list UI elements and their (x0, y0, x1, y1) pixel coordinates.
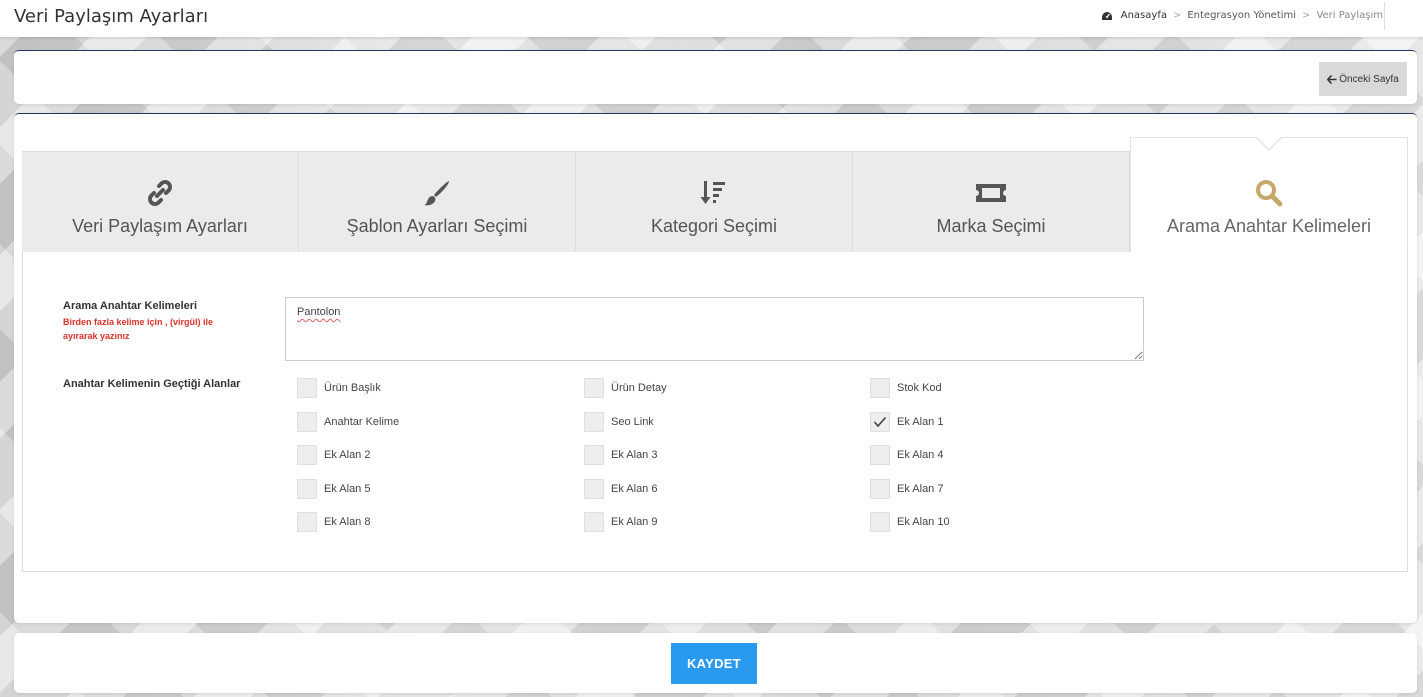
checkbox-label: Ek Alan 10 (897, 516, 950, 528)
checkbox-ek-alan-8[interactable]: Ek Alan 8 (297, 512, 370, 532)
tab-label: Şablon Ayarları Seçimi (346, 216, 528, 236)
checkbox-ürün-detay[interactable]: Ürün Detay (584, 378, 667, 398)
checkbox-label: Ek Alan 5 (324, 482, 371, 495)
checkbox[interactable] (297, 478, 317, 499)
tab-label: Arama Anahtar Kelimeleri (1166, 216, 1372, 236)
tab-search-keywords[interactable]: Arama Anahtar Kelimeleri (1130, 137, 1408, 252)
save-panel: KAYDET (14, 633, 1417, 693)
breadcrumb-home[interactable]: Anasayfa (1121, 10, 1167, 21)
previous-page-button[interactable]: Önceki Sayfa (1319, 62, 1407, 96)
sort-icon (700, 181, 725, 204)
checkbox-label: Ürün Detay (611, 382, 667, 394)
checkbox[interactable] (870, 411, 890, 432)
tab-label: Marka Seçimi (936, 216, 1046, 236)
checkbox-label: Ek Alan 1 (897, 415, 944, 428)
previous-page-label: Önceki Sayfa (1339, 73, 1399, 85)
tab-brand-selection[interactable]: Marka Seçimi (853, 151, 1130, 252)
checkbox-ek-alan-10[interactable]: Ek Alan 10 (870, 512, 950, 532)
checkbox-seo-link[interactable]: Seo Link (584, 411, 654, 432)
checkbox[interactable] (584, 411, 604, 432)
checkbox[interactable] (870, 512, 890, 532)
checkbox[interactable] (870, 445, 890, 465)
checkbox-ek-alan-5[interactable]: Ek Alan 5 (297, 478, 371, 499)
header-divider (1384, 2, 1385, 30)
checkmark-icon (873, 416, 887, 427)
checkbox[interactable] (297, 512, 317, 532)
main-panel: Veri Paylaşım Ayarları Şablon Ayarları S… (14, 113, 1417, 623)
checkbox-ek-alan-1[interactable]: Ek Alan 1 (870, 411, 944, 432)
checkbox-label: Stok Kod (897, 382, 942, 394)
checkbox-ek-alan-3[interactable]: Ek Alan 3 (584, 445, 657, 465)
checkbox-label: Ek Alan 3 (611, 449, 658, 461)
checkbox-label: Anahtar Kelime (324, 415, 400, 428)
tab-label: Kategori Seçimi (650, 216, 778, 236)
checkbox-ek-alan-9[interactable]: Ek Alan 9 (584, 512, 657, 532)
save-button[interactable]: KAYDET (671, 643, 757, 684)
checkbox[interactable] (584, 512, 604, 532)
tab-data-sharing-settings[interactable]: Veri Paylaşım Ayarları (22, 151, 299, 252)
checkbox-ürün-başlık[interactable]: Ürün Başlık (297, 378, 381, 398)
checkbox-label: Ek Alan 7 (897, 482, 944, 495)
top-header: Veri Paylaşım Ayarları Anasayfa > Entegr… (0, 0, 1423, 37)
checkbox-label: Ek Alan 6 (611, 482, 658, 495)
checkbox[interactable] (584, 445, 604, 465)
breadcrumb-separator: > (1302, 10, 1311, 21)
keyword-fields-grid: Ürün Başlık Ürün Detay Stok Kod Anahtar Kel… (297, 378, 1157, 548)
breadcrumb-current: Veri Paylaşım (1316, 10, 1383, 21)
checkbox-ek-alan-2[interactable]: Ek Alan 2 (297, 445, 370, 465)
tab-template-settings[interactable]: Şablon Ayarları Seçimi (299, 151, 576, 252)
checkbox[interactable] (870, 478, 890, 499)
breadcrumb-separator: > (1172, 10, 1182, 21)
checkbox-label: Ek Alan 8 (324, 516, 371, 528)
keywords-label: Arama Anahtar Kelimeleri (63, 300, 198, 312)
checkbox-ek-alan-6[interactable]: Ek Alan 6 (584, 478, 658, 499)
tab-label: Veri Paylaşım Ayarları (72, 216, 248, 236)
checkbox-label: Seo Link (611, 415, 654, 428)
checkbox-ek-alan-7[interactable]: Ek Alan 7 (870, 478, 944, 499)
checkbox-label: Ürün Başlık (324, 382, 381, 394)
keywords-hint: Birden fazla kelime için , (virgül) ile … (63, 317, 214, 341)
checkbox-label: Ek Alan 4 (897, 449, 944, 461)
brush-icon (424, 181, 449, 206)
tab-content: Arama Anahtar Kelimeleri Birden fazla ke… (22, 252, 1408, 572)
checkbox-anahtar-kelime[interactable]: Anahtar Kelime (297, 411, 400, 432)
checkbox[interactable] (297, 445, 317, 465)
page-title: Veri Paylaşım Ayarları (14, 6, 209, 27)
breadcrumb: Anasayfa > Entegrasyon Yönetimi > Veri P… (1101, 10, 1383, 21)
checkbox-stok-kod[interactable]: Stok Kod (870, 378, 942, 398)
checkbox[interactable] (584, 478, 604, 499)
checkbox-label: Ek Alan 2 (324, 449, 371, 461)
checkbox[interactable] (297, 411, 317, 432)
keywords-textarea[interactable]: Pantolon (285, 297, 1144, 361)
checkbox[interactable] (584, 378, 604, 398)
arrow-left-icon (1327, 74, 1337, 84)
checkbox[interactable] (870, 378, 890, 398)
tab-category-selection[interactable]: Kategori Seçimi (576, 151, 853, 252)
checkbox-ek-alan-4[interactable]: Ek Alan 4 (870, 445, 943, 465)
action-panel: Önceki Sayfa (14, 50, 1417, 104)
dashboard-icon (1101, 11, 1112, 20)
search-icon (1256, 180, 1283, 207)
ticket-icon (976, 184, 1006, 202)
link-icon (148, 180, 172, 206)
checkbox-label: Ek Alan 9 (611, 516, 658, 528)
tab-bar: Veri Paylaşım Ayarları Şablon Ayarları S… (22, 137, 1408, 252)
checkbox[interactable] (297, 378, 317, 398)
fields-label: Anahtar Kelimenin Geçtiği Alanlar (63, 378, 241, 390)
breadcrumb-integration[interactable]: Entegrasyon Yönetimi (1187, 10, 1296, 21)
